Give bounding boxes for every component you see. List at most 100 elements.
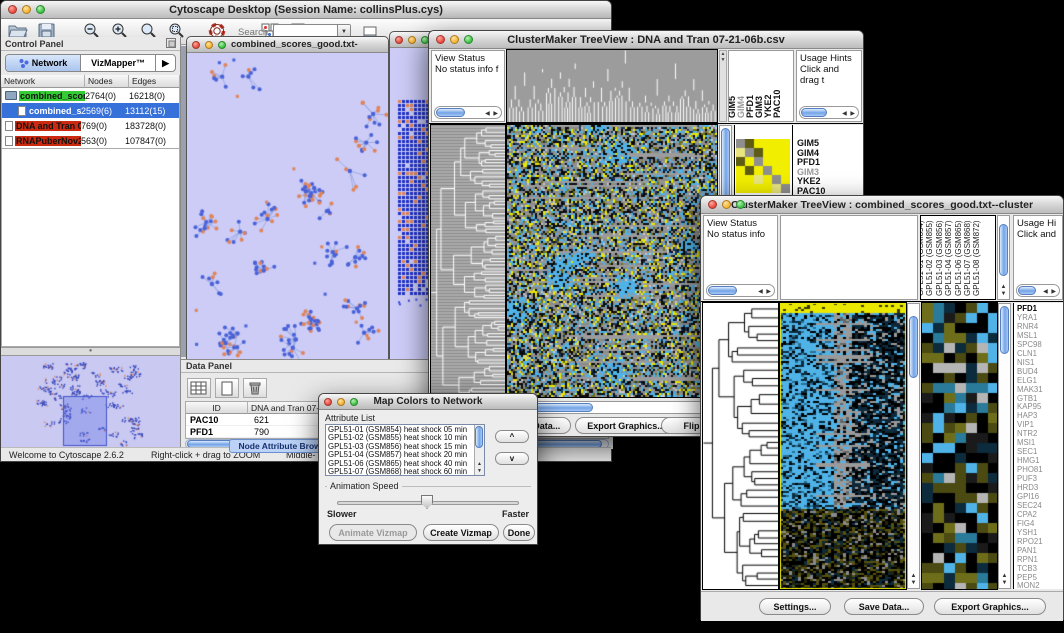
network-overview-panel[interactable] bbox=[1, 355, 180, 449]
vscroll-thumb[interactable] bbox=[909, 316, 918, 378]
settings-button[interactable]: Settings... bbox=[759, 598, 831, 615]
attribute-table-icon[interactable] bbox=[187, 378, 211, 398]
treeview2-titlebar[interactable]: ClusterMaker TreeView : combined_scores_… bbox=[701, 196, 1063, 214]
tv2-gene-label[interactable]: TCB3 bbox=[1017, 564, 1037, 573]
tv1-divider-arrows[interactable]: ▲▼ bbox=[719, 50, 727, 122]
tv2-gene-label[interactable]: HMG1 bbox=[1017, 456, 1040, 465]
tab-vizmapper[interactable]: VizMapper™ bbox=[81, 55, 156, 71]
tv2-gene-label[interactable]: SEC24 bbox=[1017, 501, 1042, 510]
network1-titlebar[interactable]: combined_scores_good.txt--cluste... bbox=[187, 37, 388, 53]
tv1-hscrollbar[interactable]: ◀ ▶ bbox=[507, 401, 719, 414]
network-row[interactable]: RNAPuberNov2+563(0)107847(0) bbox=[2, 133, 179, 148]
minimize-button[interactable] bbox=[22, 5, 31, 14]
new-attribute-icon[interactable] bbox=[215, 378, 239, 398]
splitter-handle[interactable]: ● bbox=[1, 347, 180, 355]
network-row[interactable]: combined_scores_2764(0)16218(0) bbox=[2, 88, 179, 103]
tv1-column-dendrogram[interactable] bbox=[507, 50, 717, 122]
slider-thumb[interactable] bbox=[421, 495, 433, 509]
col-edges[interactable]: Edges bbox=[129, 75, 180, 88]
close-button[interactable] bbox=[8, 5, 17, 14]
maximize-button[interactable] bbox=[736, 200, 745, 209]
network-overview-canvas[interactable] bbox=[1, 356, 179, 449]
col-nodes[interactable]: Nodes bbox=[85, 75, 129, 88]
minimize-button[interactable] bbox=[408, 36, 416, 44]
tv2-gene-label[interactable]: MON2 bbox=[1017, 581, 1040, 589]
tv2-gene-label[interactable]: MAK31 bbox=[1017, 385, 1043, 394]
network1-canvas[interactable] bbox=[187, 53, 388, 359]
network-view-window-1[interactable]: combined_scores_good.txt--cluste... bbox=[186, 36, 389, 360]
tv1-row-dendrogram[interactable] bbox=[431, 125, 505, 397]
attribute-list-item[interactable]: GPL51-07 (GSM868) heat shock 60 min bbox=[328, 468, 472, 476]
maximize-button[interactable] bbox=[350, 398, 358, 406]
create-vizmap-button[interactable]: Create Vizmap bbox=[423, 524, 499, 541]
vscroll-thumb[interactable] bbox=[1000, 306, 1009, 354]
animate-vizmap-button[interactable]: Animate Vizmap bbox=[329, 524, 417, 541]
tv2-gene-label[interactable]: SPC98 bbox=[1017, 340, 1042, 349]
network-row[interactable]: combined_sco2569(6)13112(15) bbox=[2, 103, 179, 118]
col-id[interactable]: ID bbox=[186, 402, 248, 414]
tv2-row-dendrogram[interactable] bbox=[703, 303, 778, 589]
attribute-listbox[interactable]: GPL51-01 (GSM854) heat shock 05 minGPL51… bbox=[325, 424, 485, 476]
minimize-button[interactable] bbox=[205, 41, 213, 49]
treeview1-titlebar[interactable]: ClusterMaker TreeView : DNA and Tran 07-… bbox=[429, 31, 863, 49]
tv2-column-dendrogram-area[interactable] bbox=[780, 215, 918, 300]
tv2-gene-label[interactable]: PEP5 bbox=[1017, 573, 1037, 582]
tab-overflow-icon[interactable]: ▶ bbox=[156, 55, 175, 71]
tv2-gene-label[interactable]: RPN1 bbox=[1017, 555, 1038, 564]
main-titlebar[interactable]: Cytoscape Desktop (Session Name: collins… bbox=[1, 1, 611, 19]
attribute-list-item[interactable]: GPL51-01 (GSM854) heat shock 05 min bbox=[328, 426, 472, 434]
close-button[interactable] bbox=[324, 398, 332, 406]
tv1-gene-label[interactable]: YKE2 bbox=[797, 176, 821, 186]
minimize-button[interactable] bbox=[337, 398, 345, 406]
dialog-titlebar[interactable]: Map Colors to Network bbox=[319, 394, 537, 410]
tv2-gene-label[interactable]: ELG1 bbox=[1017, 376, 1037, 385]
tv2-heatmap-vscrollbar[interactable]: ▲▼ bbox=[907, 303, 920, 589]
tv2-gene-label[interactable]: GPI16 bbox=[1017, 492, 1039, 501]
tab-network[interactable]: Network bbox=[6, 55, 81, 71]
tv2-gene-label[interactable]: VIP1 bbox=[1017, 420, 1034, 429]
tv2-gene-label[interactable]: HRD3 bbox=[1017, 483, 1038, 492]
tv2-gene-label[interactable]: RPO21 bbox=[1017, 537, 1043, 546]
attribute-list-item[interactable]: GPL51-02 (GSM855) heat shock 10 min bbox=[328, 434, 472, 442]
minimize-button[interactable] bbox=[722, 200, 731, 209]
float-panel-icon[interactable] bbox=[166, 35, 176, 53]
tv2-gene-label[interactable]: NTR2 bbox=[1017, 429, 1037, 438]
tv1-gene-label[interactable]: GIM4 bbox=[797, 148, 819, 158]
maximize-button[interactable] bbox=[464, 35, 473, 44]
move-up-button[interactable]: ^ bbox=[495, 430, 529, 443]
tv2-gene-label[interactable]: KAP95 bbox=[1017, 402, 1041, 411]
tv2-gene-label[interactable]: GTB1 bbox=[1017, 394, 1037, 403]
tv2-gene-label[interactable]: PHO81 bbox=[1017, 465, 1043, 474]
network-row[interactable]: DNA and Tran 07769(0)183728(0) bbox=[2, 118, 179, 133]
tv1-gene-label[interactable]: GIM5 bbox=[797, 138, 819, 148]
move-down-button[interactable]: v bbox=[495, 452, 529, 465]
tv1-heatmap-canvas[interactable] bbox=[507, 125, 717, 397]
maximize-button[interactable] bbox=[218, 41, 226, 49]
vscroll-thumb[interactable] bbox=[475, 426, 483, 448]
attribute-list-item[interactable]: GPL51-03 (GSM856) heat shock 15 min bbox=[328, 443, 472, 451]
tv1-gene-label[interactable]: PAC10 bbox=[797, 186, 825, 196]
close-button[interactable] bbox=[436, 35, 445, 44]
tv2-gene-label[interactable]: PUF3 bbox=[1017, 474, 1037, 483]
tv2-gene-label[interactable]: YSH1 bbox=[1017, 528, 1037, 537]
tv2-gene-label[interactable]: MSL1 bbox=[1017, 331, 1037, 340]
tv2-zoom-heatmap-canvas[interactable] bbox=[922, 303, 997, 589]
tv2-zoom-vscrollbar[interactable]: ▲▼ bbox=[998, 303, 1011, 589]
delete-attribute-trash-icon[interactable] bbox=[243, 378, 267, 398]
done-button[interactable]: Done bbox=[503, 524, 535, 541]
minimize-button[interactable] bbox=[450, 35, 459, 44]
tv1-gene-label[interactable]: PFD1 bbox=[797, 157, 820, 167]
tv2-gene-label[interactable]: MSI1 bbox=[1017, 438, 1035, 447]
view-status-scrollbar[interactable]: ◀ ▶ bbox=[434, 106, 502, 119]
maximize-button[interactable] bbox=[36, 5, 45, 14]
tv2-gene-label[interactable]: BUD4 bbox=[1017, 367, 1038, 376]
attrlist-vscrollbar[interactable]: ▲▼ bbox=[474, 425, 484, 475]
tv2-gene-label[interactable]: YRA1 bbox=[1017, 313, 1037, 322]
view-status-scrollbar[interactable]: ◀ ▶ bbox=[706, 284, 775, 297]
tv1-similarity-matrix[interactable] bbox=[736, 139, 790, 193]
tv2-gene-label[interactable]: CPA2 bbox=[1017, 510, 1037, 519]
close-button[interactable] bbox=[708, 200, 717, 209]
tv2-gene-label[interactable]: PFD1 bbox=[1017, 304, 1037, 313]
close-button[interactable] bbox=[395, 36, 403, 44]
col-network[interactable]: Network bbox=[1, 75, 85, 88]
